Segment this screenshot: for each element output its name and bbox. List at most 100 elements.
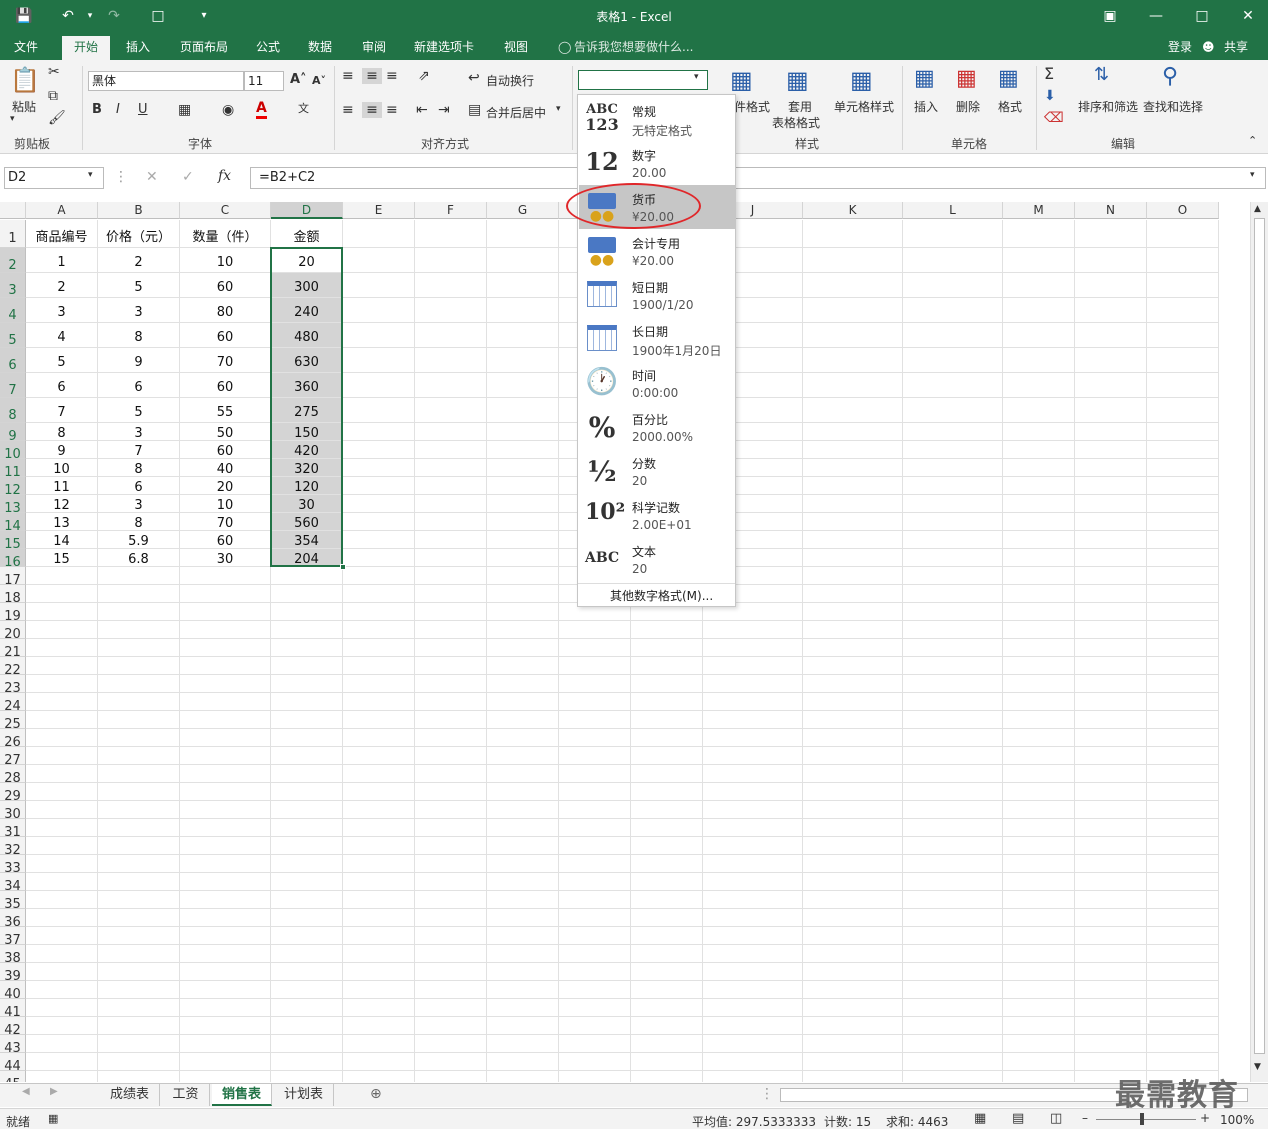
table-cell[interactable]: 价格（元） xyxy=(98,220,180,248)
empty-cell[interactable] xyxy=(903,423,1003,441)
zoom-level[interactable]: 100% xyxy=(1220,1113,1254,1127)
empty-cell[interactable] xyxy=(1147,348,1219,373)
empty-cell[interactable] xyxy=(1075,549,1147,567)
empty-cell[interactable] xyxy=(1075,459,1147,477)
table-format-icon[interactable]: ▦ xyxy=(786,66,809,94)
empty-cell[interactable] xyxy=(343,248,415,273)
empty-cell[interactable] xyxy=(1075,729,1147,747)
empty-cell[interactable] xyxy=(180,1035,271,1053)
empty-cell[interactable] xyxy=(1003,729,1075,747)
empty-cell[interactable] xyxy=(1075,765,1147,783)
column-header-b[interactable]: B xyxy=(98,202,180,219)
empty-cell[interactable] xyxy=(559,873,631,891)
empty-cell[interactable] xyxy=(487,747,559,765)
empty-cell[interactable] xyxy=(487,801,559,819)
row-header[interactable]: 32 xyxy=(0,837,26,858)
empty-cell[interactable] xyxy=(1147,621,1219,639)
empty-cell[interactable] xyxy=(98,621,180,639)
row-header[interactable]: 31 xyxy=(0,819,26,840)
row-header[interactable]: 33 xyxy=(0,855,26,876)
row-header[interactable]: 35 xyxy=(0,891,26,912)
empty-cell[interactable] xyxy=(631,783,703,801)
table-cell[interactable]: 480 xyxy=(271,323,343,348)
number-format-item-10[interactable]: ABC 文本 20 xyxy=(579,537,735,581)
tab-data[interactable]: 数据 xyxy=(300,36,340,60)
empty-cell[interactable] xyxy=(631,1053,703,1071)
empty-cell[interactable] xyxy=(26,927,98,945)
empty-cell[interactable] xyxy=(1147,855,1219,873)
empty-cell[interactable] xyxy=(803,639,903,657)
empty-cell[interactable] xyxy=(1075,585,1147,603)
empty-cell[interactable] xyxy=(26,657,98,675)
empty-cell[interactable] xyxy=(343,729,415,747)
row-header[interactable]: 9 xyxy=(0,423,26,444)
empty-cell[interactable] xyxy=(903,765,1003,783)
table-cell[interactable]: 60 xyxy=(180,323,271,348)
empty-cell[interactable] xyxy=(271,801,343,819)
prev-sheet-icon[interactable]: ◀ xyxy=(22,1086,30,1097)
table-cell[interactable]: 9 xyxy=(26,441,98,459)
empty-cell[interactable] xyxy=(703,765,803,783)
empty-cell[interactable] xyxy=(415,621,487,639)
sheet-tab-3[interactable]: 计划表 xyxy=(274,1084,334,1106)
empty-cell[interactable] xyxy=(1147,837,1219,855)
empty-cell[interactable] xyxy=(1075,657,1147,675)
empty-cell[interactable] xyxy=(559,945,631,963)
table-cell[interactable]: 560 xyxy=(271,513,343,531)
empty-cell[interactable] xyxy=(271,855,343,873)
empty-cell[interactable] xyxy=(343,837,415,855)
empty-cell[interactable] xyxy=(1075,1053,1147,1071)
empty-cell[interactable] xyxy=(1003,495,1075,513)
empty-cell[interactable] xyxy=(1147,909,1219,927)
empty-cell[interactable] xyxy=(1075,220,1147,248)
format-painter-icon[interactable]: 🖌 xyxy=(48,110,66,126)
empty-cell[interactable] xyxy=(1075,441,1147,459)
row-header[interactable]: 5 xyxy=(0,323,26,348)
empty-cell[interactable] xyxy=(1003,999,1075,1017)
empty-cell[interactable] xyxy=(180,945,271,963)
empty-cell[interactable] xyxy=(1075,513,1147,531)
table-cell[interactable]: 70 xyxy=(180,348,271,373)
empty-cell[interactable] xyxy=(415,298,487,323)
empty-cell[interactable] xyxy=(180,765,271,783)
empty-cell[interactable] xyxy=(487,999,559,1017)
sheet-tab-2[interactable]: 销售表 xyxy=(212,1084,272,1106)
page-break-view-icon[interactable]: ◫ xyxy=(1050,1111,1062,1126)
empty-cell[interactable] xyxy=(487,373,559,398)
empty-cell[interactable] xyxy=(903,909,1003,927)
empty-cell[interactable] xyxy=(803,603,903,621)
empty-cell[interactable] xyxy=(415,693,487,711)
empty-cell[interactable] xyxy=(903,477,1003,495)
table-cell[interactable]: 70 xyxy=(180,513,271,531)
empty-cell[interactable] xyxy=(1075,348,1147,373)
tab-formulas[interactable]: 公式 xyxy=(248,36,288,60)
minimize-icon[interactable]: — xyxy=(1146,6,1166,26)
empty-cell[interactable] xyxy=(98,711,180,729)
empty-cell[interactable] xyxy=(1147,248,1219,273)
empty-cell[interactable] xyxy=(1147,603,1219,621)
empty-cell[interactable] xyxy=(631,855,703,873)
empty-cell[interactable] xyxy=(1147,657,1219,675)
empty-cell[interactable] xyxy=(487,657,559,675)
wrap-text-icon[interactable]: ↩ xyxy=(468,70,480,86)
empty-cell[interactable] xyxy=(343,373,415,398)
empty-cell[interactable] xyxy=(1147,891,1219,909)
table-cell[interactable]: 20 xyxy=(271,248,343,273)
empty-cell[interactable] xyxy=(559,693,631,711)
empty-cell[interactable] xyxy=(1003,373,1075,398)
empty-cell[interactable] xyxy=(903,693,1003,711)
row-header[interactable]: 12 xyxy=(0,477,26,498)
empty-cell[interactable] xyxy=(631,747,703,765)
number-format-item-3[interactable]: ●● 会计专用 ¥20.00 xyxy=(579,229,735,273)
empty-cell[interactable] xyxy=(903,567,1003,585)
tab-insert[interactable]: 插入 xyxy=(118,36,158,60)
empty-cell[interactable] xyxy=(803,273,903,298)
empty-cell[interactable] xyxy=(703,1035,803,1053)
empty-cell[interactable] xyxy=(271,909,343,927)
empty-cell[interactable] xyxy=(803,441,903,459)
insert-cells-button[interactable]: 插入 xyxy=(914,98,938,115)
empty-cell[interactable] xyxy=(415,567,487,585)
empty-cell[interactable] xyxy=(271,711,343,729)
empty-cell[interactable] xyxy=(415,585,487,603)
row-header[interactable]: 37 xyxy=(0,927,26,948)
